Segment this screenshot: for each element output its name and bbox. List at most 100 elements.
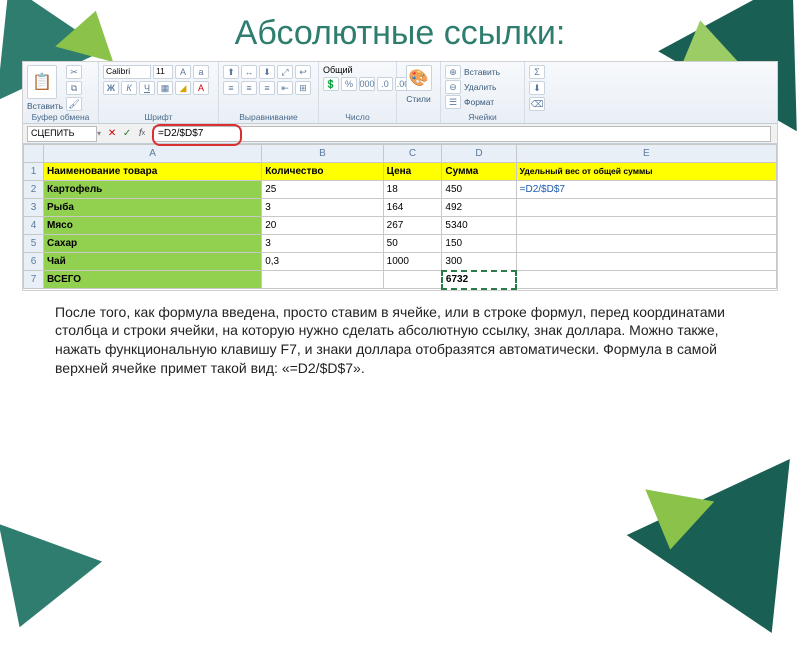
delete-button[interactable]: Удалить xyxy=(464,82,496,92)
cell[interactable]: Цена xyxy=(383,163,442,181)
cell[interactable]: 164 xyxy=(383,199,442,217)
align-middle-icon[interactable]: ↔ xyxy=(241,65,257,79)
decrease-font-icon[interactable]: a xyxy=(193,65,209,79)
cell[interactable]: Сахар xyxy=(44,235,262,253)
cell[interactable] xyxy=(516,235,776,253)
select-all-corner[interactable] xyxy=(24,145,44,163)
cell[interactable]: Наименование товара xyxy=(44,163,262,181)
merge-icon[interactable]: ⊞ xyxy=(295,81,311,95)
col-header[interactable]: E xyxy=(516,145,776,163)
deco-triangle xyxy=(636,489,714,555)
cell[interactable]: 300 xyxy=(442,253,516,271)
col-header[interactable]: C xyxy=(383,145,442,163)
fill-color-icon[interactable]: ◢ xyxy=(175,81,191,95)
col-header[interactable]: A xyxy=(44,145,262,163)
delete-cells-icon[interactable]: ⊖ xyxy=(445,80,461,94)
cell[interactable]: 50 xyxy=(383,235,442,253)
accept-formula-icon[interactable]: ✓ xyxy=(120,127,134,141)
number-group-label: Число xyxy=(323,111,392,122)
font-color-icon[interactable]: A xyxy=(193,81,209,95)
fx-icon[interactable]: fx xyxy=(135,127,149,141)
align-group-label: Выравнивание xyxy=(223,111,314,122)
cell[interactable]: 5340 xyxy=(442,217,516,235)
cell[interactable]: 20 xyxy=(262,217,383,235)
cell[interactable] xyxy=(516,271,776,289)
col-header[interactable]: B xyxy=(262,145,383,163)
increase-font-icon[interactable]: A xyxy=(175,65,191,79)
paste-button[interactable]: Вставить xyxy=(27,101,63,111)
font-size-select[interactable]: 11 xyxy=(153,65,173,79)
col-header[interactable]: D xyxy=(442,145,516,163)
format-button[interactable]: Формат xyxy=(464,97,494,107)
spreadsheet-grid[interactable]: A B C D E 1 Наименование товара Количест… xyxy=(23,144,777,290)
cell[interactable]: 0,3 xyxy=(262,253,383,271)
row-header[interactable]: 3 xyxy=(24,199,44,217)
cell[interactable] xyxy=(262,271,383,289)
deco-triangle xyxy=(0,524,102,646)
wrap-text-icon[interactable]: ↩ xyxy=(295,65,311,79)
cell[interactable] xyxy=(516,253,776,271)
cell[interactable]: 25 xyxy=(262,181,383,199)
active-cell[interactable]: =D2/$D$7 xyxy=(516,181,776,199)
border-icon[interactable]: ▦ xyxy=(157,81,173,95)
cell[interactable] xyxy=(516,217,776,235)
cell[interactable]: 150 xyxy=(442,235,516,253)
name-box[interactable]: СЦЕПИТЬ xyxy=(27,126,97,142)
increase-decimal-icon[interactable]: .0 xyxy=(377,77,393,91)
insert-button[interactable]: Вставить xyxy=(464,67,500,77)
number-format-select[interactable]: Общий xyxy=(323,65,389,75)
underline-icon[interactable]: Ч xyxy=(139,81,155,95)
formula-input[interactable]: =D2/$D$7 xyxy=(153,126,771,142)
cell[interactable]: Чай xyxy=(44,253,262,271)
cell[interactable]: 6732 xyxy=(442,271,516,289)
align-bottom-icon[interactable]: ⬇ xyxy=(259,65,275,79)
cell[interactable]: 3 xyxy=(262,235,383,253)
cell[interactable]: ВСЕГО xyxy=(44,271,262,289)
align-right-icon[interactable]: ≡ xyxy=(259,81,275,95)
cell[interactable]: 1000 xyxy=(383,253,442,271)
cell[interactable]: 3 xyxy=(262,199,383,217)
italic-icon[interactable]: К xyxy=(121,81,137,95)
row-header[interactable]: 2 xyxy=(24,181,44,199)
row-header[interactable]: 4 xyxy=(24,217,44,235)
cell[interactable]: Рыба xyxy=(44,199,262,217)
align-top-icon[interactable]: ⬆ xyxy=(223,65,239,79)
paste-icon[interactable]: 📋 xyxy=(27,65,57,99)
styles-icon[interactable]: 🎨 xyxy=(406,65,432,91)
cell[interactable] xyxy=(383,271,442,289)
fill-icon[interactable]: ⬇ xyxy=(529,81,545,95)
cell[interactable]: Сумма xyxy=(442,163,516,181)
font-group-label: Шрифт xyxy=(103,111,214,122)
cell[interactable] xyxy=(516,199,776,217)
cell[interactable]: 267 xyxy=(383,217,442,235)
currency-icon[interactable]: 💲 xyxy=(323,77,339,91)
comma-icon[interactable]: 000 xyxy=(359,77,375,91)
row-header[interactable]: 5 xyxy=(24,235,44,253)
format-cells-icon[interactable]: ☰ xyxy=(445,95,461,109)
cell[interactable]: Количество xyxy=(262,163,383,181)
insert-cells-icon[interactable]: ⊕ xyxy=(445,65,461,79)
cancel-formula-icon[interactable]: ✕ xyxy=(105,127,119,141)
bold-icon[interactable]: Ж xyxy=(103,81,119,95)
cell[interactable]: 18 xyxy=(383,181,442,199)
autosum-icon[interactable]: Σ xyxy=(529,65,545,79)
format-painter-icon[interactable]: 🖌 xyxy=(66,97,82,111)
cell[interactable]: Картофель xyxy=(44,181,262,199)
orientation-icon[interactable]: ⤢ xyxy=(277,65,293,79)
decrease-indent-icon[interactable]: ⇤ xyxy=(277,81,293,95)
align-center-icon[interactable]: ≡ xyxy=(241,81,257,95)
clear-icon[interactable]: ⌫ xyxy=(529,97,545,111)
row-header[interactable]: 1 xyxy=(24,163,44,181)
styles-button[interactable]: Стили xyxy=(406,94,431,104)
cut-icon[interactable]: ✂ xyxy=(66,65,82,79)
cell[interactable]: Удельный вес от общей суммы xyxy=(516,163,776,181)
copy-icon[interactable]: ⧉ xyxy=(66,81,82,95)
cell[interactable]: 450 xyxy=(442,181,516,199)
align-left-icon[interactable]: ≡ xyxy=(223,81,239,95)
cell[interactable]: 492 xyxy=(442,199,516,217)
font-name-select[interactable]: Calibri xyxy=(103,65,151,79)
row-header[interactable]: 7 xyxy=(24,271,44,289)
cell[interactable]: Мясо xyxy=(44,217,262,235)
percent-icon[interactable]: % xyxy=(341,77,357,91)
row-header[interactable]: 6 xyxy=(24,253,44,271)
